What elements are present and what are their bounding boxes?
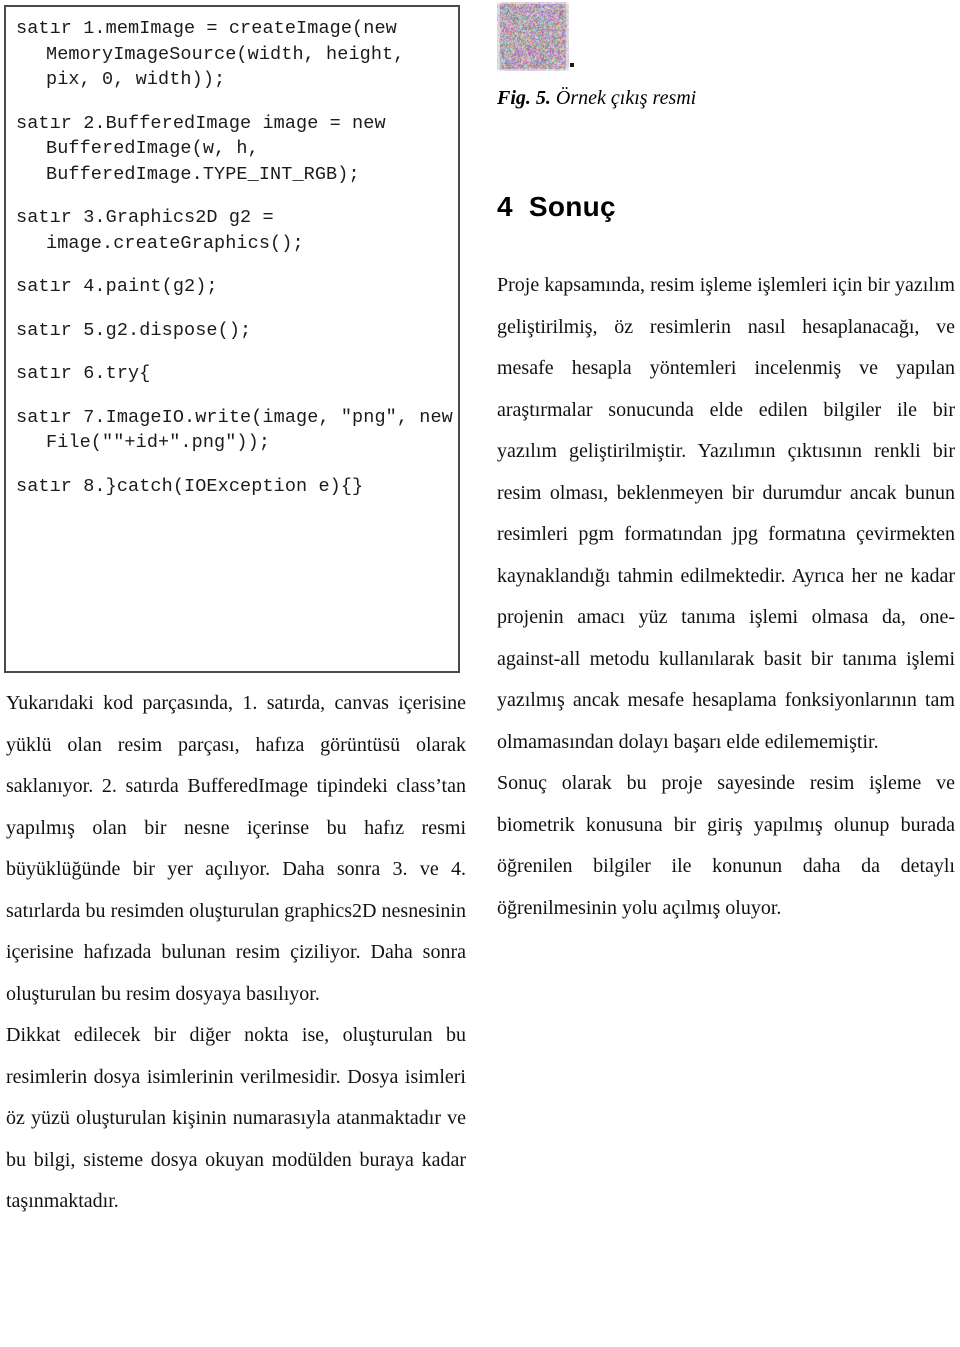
figure-block: Fig. 5. Örnek çıkış resmi <box>497 2 937 111</box>
code-line: satır 8.}catch(IOException e){} <box>16 475 364 497</box>
code-listing-box: satır 1.memImage = createImage(new Memor… <box>4 5 460 673</box>
right-column-body: Proje kapsamında, resim işleme işlemleri… <box>497 265 955 929</box>
code-line: satır 2.BufferedImage image = new Buffer… <box>16 112 397 185</box>
right-column: Fig. 5. Örnek çıkış resmi 4 Sonuç Proje k… <box>496 0 956 1347</box>
code-line: satır 5.g2.dispose(); <box>16 319 252 341</box>
paragraph: Proje kapsamında, resim işleme işlemleri… <box>497 274 955 753</box>
figure-caption-label: Fig. 5. <box>497 87 551 109</box>
paragraph: Sonuç olarak bu proje sayesinde resim iş… <box>497 772 955 919</box>
left-column: satır 1.memImage = createImage(new Memor… <box>4 0 466 1347</box>
code-line: satır 6.try{ <box>16 363 151 384</box>
code-listing-inner: satır 1.memImage = createImage(new Memor… <box>6 7 458 499</box>
section-number: 4 <box>497 191 513 222</box>
section-heading: 4 Sonuç <box>497 190 616 224</box>
code-line: satır 1.memImage = createImage(new Memor… <box>16 18 416 90</box>
paper-page: satır 1.memImage = createImage(new Memor… <box>0 0 960 1347</box>
paragraph: Yukarıdaki kod parçasında, 1. satırda, c… <box>6 692 466 1005</box>
section-title: Sonuç <box>528 191 616 222</box>
left-column-body: Yukarıdaki kod parçasında, 1. satırda, c… <box>6 683 466 1223</box>
sample-output-noise-image <box>497 2 569 71</box>
figure-trailing-dot <box>570 63 574 67</box>
figure-caption: Fig. 5. Örnek çıkış resmi <box>497 85 937 111</box>
figure-image-wrap <box>497 2 574 71</box>
code-line: satır 4.paint(g2); <box>16 276 218 297</box>
paragraph: Dikkat edilecek bir diğer nokta ise, olu… <box>6 1024 466 1212</box>
code-line: satır 7.ImageIO.write(image, "png", new … <box>16 406 453 454</box>
code-line: satır 3.Graphics2D g2 = image.createGrap… <box>16 207 304 254</box>
figure-caption-text: Örnek çıkış resmi <box>550 87 697 109</box>
